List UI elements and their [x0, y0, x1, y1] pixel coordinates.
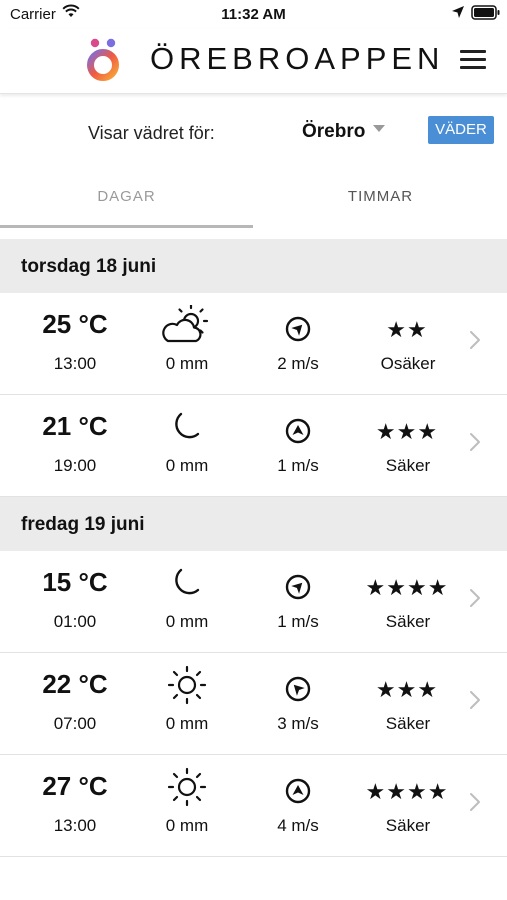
chevron-right-icon[interactable]: [468, 329, 482, 351]
reliability-label: Säker: [385, 816, 431, 835]
precipitation: 0 mm: [165, 816, 209, 835]
status-bar: Carrier 11:32 AM: [0, 0, 507, 28]
forecast-row[interactable]: 15 °C 01:00 0 mm 1 m/s ★★★★ Säker: [0, 551, 507, 653]
forecast-time: 19:00: [53, 456, 97, 475]
chevron-right-icon[interactable]: [468, 791, 482, 813]
day-header: torsdag 18 juni: [0, 239, 507, 293]
day-title: fredag 19 juni: [21, 514, 145, 535]
temperature: 27 °C: [42, 771, 108, 801]
forecast-time: 07:00: [53, 714, 97, 733]
forecast-time: 01:00: [53, 612, 97, 631]
reliability-label: Säker: [385, 714, 431, 733]
precipitation: 0 mm: [165, 612, 209, 631]
reliability-label: Osäker: [380, 354, 436, 373]
temperature: 25 °C: [42, 309, 108, 339]
chevron-right-icon[interactable]: [468, 689, 482, 711]
reliability-stars: ★★★★: [365, 575, 449, 600]
chevron-right-icon[interactable]: [468, 431, 482, 453]
wind-speed: 4 m/s: [277, 816, 319, 835]
sun-icon: [160, 665, 214, 705]
precipitation: 0 mm: [165, 354, 209, 373]
temperature: 21 °C: [42, 411, 108, 441]
reliability-stars: ★★★: [375, 677, 439, 702]
wind-speed: 2 m/s: [277, 354, 319, 373]
location-arrow-icon: [452, 6, 464, 18]
forecast-row[interactable]: 25 °C 13:00 0 mm 2 m/s ★★ Osäker: [0, 293, 507, 395]
tab-days[interactable]: DAGAR: [0, 170, 253, 228]
reliability-stars: ★★: [386, 317, 428, 342]
wind-direction-icon: [283, 573, 313, 601]
app-header: ÖREBROAPPEN: [0, 28, 507, 94]
precipitation: 0 mm: [165, 456, 209, 475]
day-header: fredag 19 juni: [0, 497, 507, 551]
location-label: Visar vädret för:: [88, 123, 215, 143]
day-title: torsdag 18 juni: [21, 256, 157, 277]
forecast-row[interactable]: 22 °C 07:00 0 mm 3 m/s ★★★ Säker: [0, 653, 507, 755]
reliability-label: Säker: [385, 456, 431, 475]
app-logo: [87, 38, 119, 81]
wind-direction-icon: [283, 315, 313, 343]
app-title: ÖREBROAPPEN: [150, 41, 445, 76]
forecast-time: 13:00: [53, 816, 97, 835]
forecast-time: 13:00: [53, 354, 97, 373]
battery-icon: [471, 5, 500, 20]
status-time: 11:32 AM: [221, 6, 286, 23]
forecast-row[interactable]: 21 °C 19:00 0 mm 1 m/s ★★★ Säker: [0, 395, 507, 497]
hamburger-menu-icon[interactable]: [460, 50, 486, 70]
location-row: Visar vädret för: Örebro VÄDER: [0, 96, 507, 166]
wind-direction-icon: [283, 417, 313, 445]
partly-cloudy-icon: [160, 304, 214, 345]
tab-hours[interactable]: TIMMAR: [254, 170, 507, 228]
wind-direction-icon: [283, 675, 313, 703]
wind-speed: 3 m/s: [277, 714, 319, 733]
temperature: 15 °C: [42, 567, 108, 597]
weather-button[interactable]: VÄDER: [428, 116, 494, 144]
moon-icon: [160, 563, 214, 603]
wind-speed: 1 m/s: [277, 456, 319, 475]
moon-icon: [160, 407, 214, 447]
location-value: Örebro: [302, 121, 366, 142]
reliability-stars: ★★★: [375, 419, 439, 444]
chevron-right-icon[interactable]: [468, 587, 482, 609]
precipitation: 0 mm: [165, 714, 209, 733]
caret-down-icon: [373, 125, 386, 132]
temperature: 22 °C: [42, 669, 108, 699]
wind-direction-icon: [283, 777, 313, 805]
sun-icon: [160, 767, 214, 807]
location-dropdown[interactable]: Örebro: [302, 121, 386, 143]
reliability-label: Säker: [385, 612, 431, 631]
forecast-row[interactable]: 27 °C 13:00 0 mm 4 m/s ★★★★ Säker: [0, 755, 507, 857]
reliability-stars: ★★★★: [365, 779, 449, 804]
tab-bar: DAGAR TIMMAR: [0, 170, 507, 228]
wind-speed: 1 m/s: [277, 612, 319, 631]
